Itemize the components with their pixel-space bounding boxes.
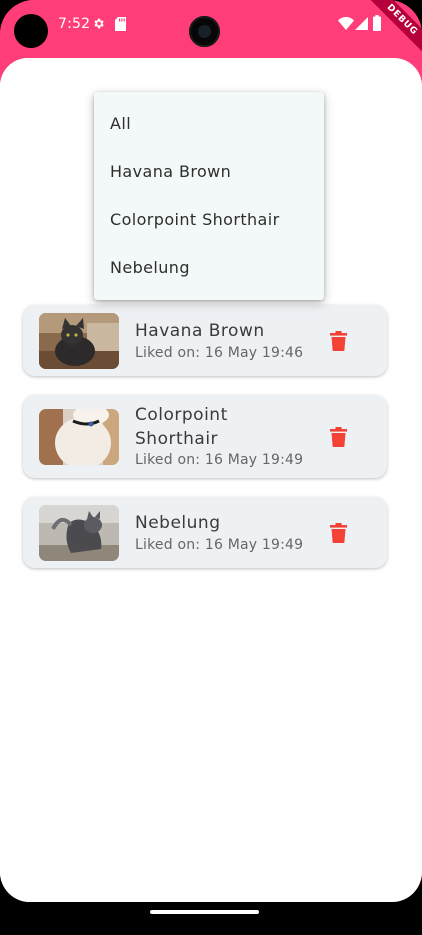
delete-icon[interactable] (330, 331, 347, 351)
front-sensor (14, 14, 48, 48)
menu-item-all[interactable]: All (94, 100, 324, 148)
card-title: Colorpoint Shorthair (135, 405, 228, 449)
menu-item-nebelung[interactable]: Nebelung (94, 244, 324, 292)
home-indicator[interactable] (150, 910, 259, 914)
liked-cat-card[interactable]: Nebelung Liked on: 16 May 19:49 (23, 497, 387, 568)
status-bar: 7:52 DEBUG (0, 0, 422, 59)
main-content: Havana Brown Liked on: 16 May 19:46 Colo… (0, 58, 422, 902)
filter-dropdown-menu: All Havana Brown Colorpoint Shorthair Ne… (94, 92, 324, 300)
liked-cat-card[interactable]: Colorpoint Shorthair Liked on: 16 May 19… (23, 395, 387, 478)
cat-photo (39, 505, 119, 561)
card-title: Nebelung (135, 513, 221, 533)
menu-item-havana-brown[interactable]: Havana Brown (94, 148, 324, 196)
cat-photo (39, 409, 119, 465)
liked-cat-card[interactable]: Havana Brown Liked on: 16 May 19:46 (23, 305, 387, 376)
device-frame: 7:52 DEBUG Havana Brown Liked on: 16 May… (0, 0, 422, 935)
camera-cutout (189, 16, 220, 47)
delete-icon[interactable] (330, 427, 347, 447)
cat-photo (39, 313, 119, 369)
screen: 7:52 DEBUG Havana Brown Liked on: 16 May… (0, 0, 422, 902)
menu-item-colorpoint-shorthair[interactable]: Colorpoint Shorthair (94, 196, 324, 244)
delete-icon[interactable] (330, 523, 347, 543)
liked-on-text: Liked on: 16 May 19:49 (135, 537, 304, 553)
battery-icon (373, 15, 381, 31)
card-title: Havana Brown (135, 321, 265, 341)
liked-on-text: Liked on: 16 May 19:46 (135, 345, 304, 361)
sd-card-icon (115, 17, 126, 31)
wifi-icon (338, 17, 354, 30)
signal-icon (355, 17, 368, 30)
status-time: 7:52 (58, 16, 91, 32)
settings-icon (94, 18, 104, 29)
liked-on-text: Liked on: 16 May 19:49 (135, 452, 304, 468)
